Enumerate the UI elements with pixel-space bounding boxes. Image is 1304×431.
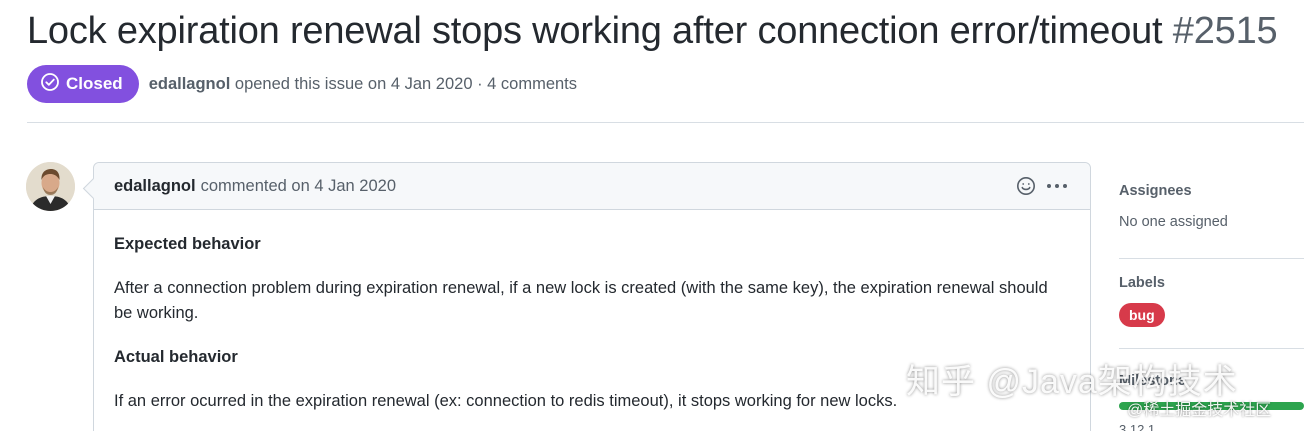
- issue-meta: edallagnol opened this issue on 4 Jan 20…: [149, 75, 577, 94]
- comment-meta[interactable]: commented on 4 Jan 2020: [201, 177, 396, 196]
- comment-header: edallagnol commented on 4 Jan 2020: [94, 163, 1090, 210]
- milestone-value[interactable]: 3.12.1: [1119, 422, 1155, 431]
- sidebar-divider: [1119, 348, 1304, 349]
- label-bug[interactable]: bug: [1119, 303, 1165, 327]
- comment-actions: [1016, 176, 1068, 196]
- sidebar-divider: [1119, 258, 1304, 259]
- kebab-menu-icon[interactable]: [1046, 176, 1068, 196]
- assignees-heading[interactable]: Assignees: [1119, 183, 1192, 199]
- smiley-icon[interactable]: [1016, 176, 1036, 196]
- header-divider: [27, 122, 1304, 123]
- avatar-image: [26, 162, 75, 211]
- comment-author-link[interactable]: edallagnol: [114, 177, 196, 196]
- expected-behavior-heading: Expected behavior: [114, 235, 261, 253]
- watermark-sub: @稀土掘金技术社区: [1127, 402, 1272, 419]
- assignees-value: No one assigned: [1119, 214, 1228, 230]
- state-label: Closed: [66, 74, 123, 93]
- issue-meta-row: Closed edallagnol opened this issue on 4…: [27, 65, 577, 103]
- expected-behavior-text: After a connection problem during expira…: [114, 279, 1048, 322]
- issue-title: Lock expiration renewal stops working af…: [27, 10, 1278, 53]
- issue-author-link[interactable]: edallagnol: [149, 75, 231, 93]
- avatar[interactable]: [26, 162, 75, 211]
- labels-heading[interactable]: Labels: [1119, 275, 1165, 291]
- issue-title-text: Lock expiration renewal stops working af…: [27, 10, 1163, 52]
- state-badge: Closed: [27, 65, 139, 103]
- issue-meta-text: opened this issue on 4 Jan 2020 · 4 comm…: [234, 74, 578, 93]
- closed-check-icon: [40, 72, 60, 97]
